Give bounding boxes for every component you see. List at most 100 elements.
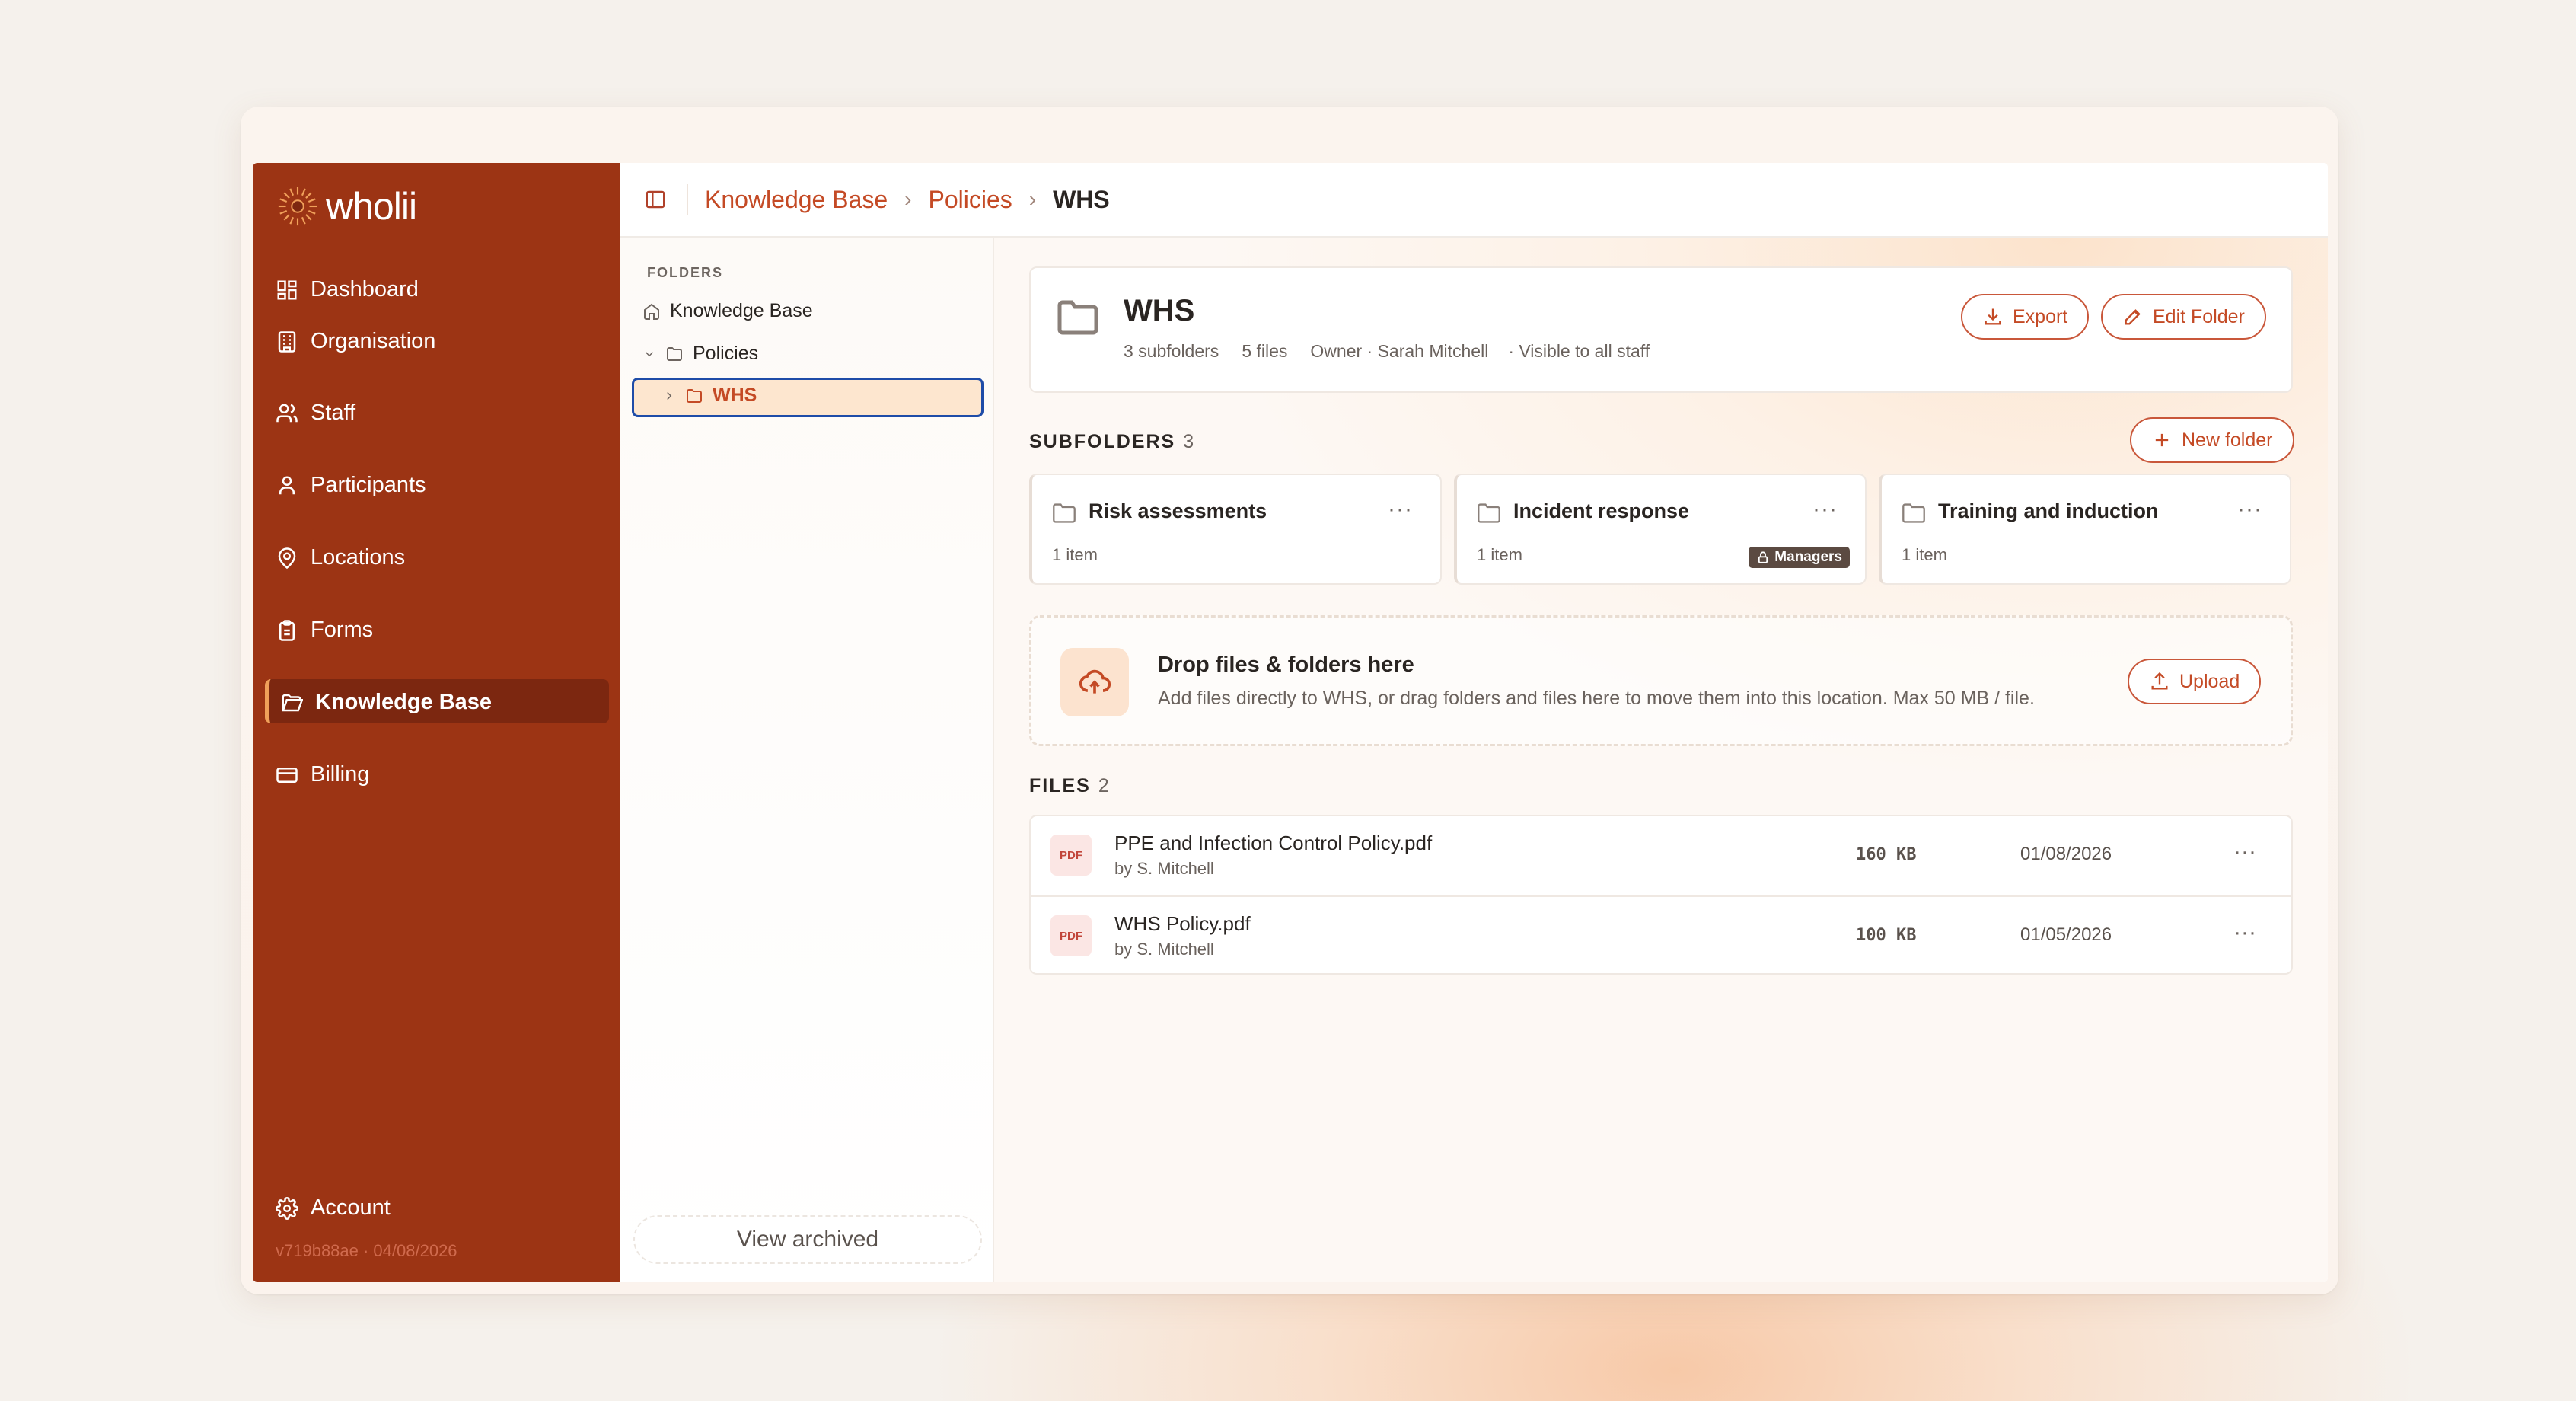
folder-detail: WHS 3 subfolders 5 files Owner · Sarah M…: [994, 238, 2328, 1282]
folder-icon: [1902, 503, 1925, 523]
folder-tree: FOLDERS Knowledge Base Policies WHS View…: [620, 238, 994, 1282]
sidebar-item-label: Locations: [311, 545, 406, 570]
subfolders-heading: SUBFOLDERS 3: [1029, 431, 1194, 453]
tree-item-whs-content[interactable]: WHS: [662, 385, 757, 407]
subfolder-title: Incident response: [1513, 499, 1690, 522]
breadcrumb-knowledge-base[interactable]: Knowledge Base: [705, 186, 888, 214]
folder-icon: [667, 346, 682, 361]
pdf-file-icon: PDF: [1050, 915, 1092, 956]
tree-item-label: Policies: [693, 343, 759, 364]
new-folder-button[interactable]: New folder: [2130, 417, 2294, 463]
files-list: PDF PPE and Infection Control Policy.pdf…: [1029, 815, 2293, 975]
breadcrumb-policies[interactable]: Policies: [929, 186, 1012, 214]
subfolder-card[interactable]: Training and induction ··· 1 item: [1879, 474, 2291, 585]
upload-button[interactable]: Upload: [2128, 659, 2262, 704]
building-icon: [278, 330, 296, 353]
sidebar-item-participants[interactable]: Participants: [276, 473, 426, 498]
app: wholii Dashboard Organisation Staff Part…: [253, 163, 2328, 1282]
edit-folder-button[interactable]: Edit Folder: [2101, 294, 2266, 340]
sidebar-item-label: Billing: [311, 762, 370, 787]
badge-label: Managers: [1774, 549, 1842, 565]
tree-item-label: Knowledge Base: [670, 300, 813, 321]
sidebar-item-label: Organisation: [311, 329, 436, 353]
more-options-icon[interactable]: ···: [1388, 496, 1413, 522]
subfolder-count: 3 subfolders: [1124, 341, 1219, 361]
sidebar-item-label: Staff: [311, 401, 356, 425]
more-options-icon[interactable]: ···: [2233, 839, 2256, 865]
folder-icon: [1478, 503, 1500, 523]
subfolder-count: 1 item: [1477, 545, 1522, 564]
brand-name: wholii: [326, 185, 417, 228]
owner: Owner · Sarah Mitchell: [1310, 341, 1489, 361]
divider: [687, 184, 688, 215]
sidebar-item-label: Forms: [311, 618, 374, 642]
logo[interactable]: wholii: [276, 184, 417, 228]
tree-item-knowledge-base[interactable]: Knowledge Base: [642, 300, 813, 322]
plus-icon: [2155, 433, 2169, 447]
chevron-right-icon: ›: [1028, 187, 1037, 211]
users-icon: [276, 404, 298, 422]
version-info: v719b88ae · 04/08/2026: [276, 1241, 457, 1260]
breadcrumb: Knowledge Base › Policies › WHS: [705, 186, 1110, 214]
dropzone-title: Drop files & folders here: [1158, 653, 1414, 677]
subfolder-count: 1 item: [1902, 545, 1947, 564]
more-options-icon[interactable]: ···: [2233, 920, 2256, 946]
tree-item-policies[interactable]: Policies: [642, 343, 758, 365]
clipboard-icon: [279, 619, 295, 641]
file-size: 160 KB: [1856, 845, 1917, 864]
tree-item-label: WHS: [713, 385, 757, 406]
sidebar-item-account[interactable]: Account: [276, 1195, 391, 1221]
subfolder-title: Training and induction: [1938, 499, 2159, 522]
sidebar: wholii Dashboard Organisation Staff Part…: [253, 163, 620, 1282]
subfolder-card[interactable]: Risk assessments ··· 1 item: [1029, 474, 1442, 585]
content-area: Knowledge Base › Policies › WHS FOLDERS …: [620, 163, 2328, 1282]
access-badge: Managers: [1749, 547, 1850, 568]
file-author: by S. Mitchell: [1114, 940, 1214, 959]
sidebar-item-label: Account: [311, 1195, 391, 1220]
sidebar-item-forms[interactable]: Forms: [276, 618, 373, 643]
folder-open-icon: [281, 694, 303, 711]
subfolders-label: SUBFOLDERS: [1029, 431, 1176, 452]
upload-label: Upload: [2179, 670, 2240, 692]
credit-card-icon: [276, 767, 298, 783]
sidebar-toggle-icon[interactable]: [644, 188, 667, 211]
sidebar-item-staff[interactable]: Staff: [276, 401, 355, 426]
folder-meta: 3 subfolders 5 files Owner · Sarah Mitch…: [1124, 341, 1650, 362]
files-label: FILES: [1029, 775, 1091, 796]
tree-heading: FOLDERS: [647, 265, 724, 280]
upload-icon: [2151, 672, 2168, 690]
chevron-down-icon[interactable]: [642, 347, 656, 361]
dropzone[interactable]: Drop files & folders here Add files dire…: [1029, 615, 2293, 746]
file-name[interactable]: PPE and Infection Control Policy.pdf: [1114, 831, 1432, 855]
subfolder-title: Risk assessments: [1089, 499, 1267, 522]
sidebar-item-dashboard[interactable]: Dashboard: [276, 277, 419, 302]
gear-icon: [276, 1196, 298, 1220]
breadcrumb-current: WHS: [1053, 185, 1110, 213]
export-button[interactable]: Export: [1961, 294, 2090, 340]
upload-cloud-icon: [1060, 648, 1129, 716]
file-row[interactable]: PDF PPE and Infection Control Policy.pdf…: [1031, 816, 2291, 895]
folder-icon: [1057, 300, 1098, 335]
topbar: Knowledge Base › Policies › WHS: [620, 163, 2328, 238]
file-author: by S. Mitchell: [1114, 859, 1214, 878]
file-name[interactable]: WHS Policy.pdf: [1114, 912, 1251, 936]
sidebar-item-organisation[interactable]: Organisation: [276, 329, 435, 354]
file-date: 01/08/2026: [2020, 844, 2112, 864]
more-options-icon[interactable]: ···: [1812, 496, 1838, 522]
chevron-right-icon[interactable]: [662, 389, 676, 403]
sidebar-item-locations[interactable]: Locations: [276, 545, 405, 570]
sidebar-item-knowledge-base[interactable]: Knowledge Base: [280, 690, 492, 715]
home-icon: [644, 303, 659, 320]
subfolder-card[interactable]: Incident response ··· 1 item Managers: [1454, 474, 1867, 585]
files-count: 2: [1098, 775, 1109, 796]
export-label: Export: [2013, 305, 2068, 327]
page-title: WHS: [1124, 294, 1195, 327]
logo-sunburst-icon: [278, 187, 317, 226]
view-archived-button[interactable]: View archived: [633, 1215, 982, 1264]
file-row[interactable]: PDF WHS Policy.pdf by S. Mitchell 100 KB…: [1031, 895, 2291, 973]
file-date: 01/05/2026: [2020, 924, 2112, 945]
files-heading: FILES 2: [1029, 775, 1109, 797]
file-count: 5 files: [1242, 341, 1288, 361]
more-options-icon[interactable]: ···: [2237, 496, 2262, 522]
sidebar-item-billing[interactable]: Billing: [276, 762, 369, 787]
